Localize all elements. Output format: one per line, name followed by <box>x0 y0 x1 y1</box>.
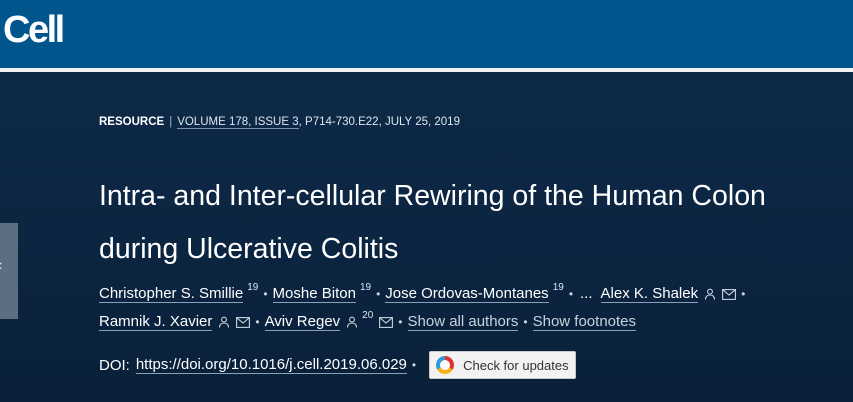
title-line-2: during Ulcerative Colitis <box>99 233 399 265</box>
article-meta: RESOURCE | VOLUME 178, ISSUE 3, P714-730.E… <box>99 116 460 129</box>
author-footnote[interactable]: 20 <box>362 302 373 330</box>
envelope-icon[interactable] <box>722 288 737 300</box>
article-title: Intra- and Inter-cellular Rewiring of th… <box>99 170 853 276</box>
doi-row: DOI: https://doi.org/10.1016/j.cell.2019… <box>99 351 576 379</box>
more-authors-ellipsis: ... <box>580 285 593 302</box>
author-separator: • <box>255 315 260 329</box>
volume-issue-link[interactable]: VOLUME 178, ISSUE 3 <box>177 116 299 129</box>
cell-logo[interactable]: Cell <box>3 9 65 52</box>
check-for-updates-button[interactable]: Check for updates <box>429 351 576 379</box>
crossmark-icon <box>436 356 455 374</box>
author-separator: • <box>741 287 746 301</box>
author-separator: • <box>398 315 403 329</box>
link-separator: • <box>523 315 528 329</box>
author-separator: • <box>376 287 381 301</box>
doi-link[interactable]: https://doi.org/10.1016/j.cell.2019.06.0… <box>135 356 407 374</box>
author-link[interactable]: Christopher S. Smillie <box>99 285 244 303</box>
chevron-left-icon: ‹ <box>0 257 2 275</box>
meta-separator: | <box>169 116 173 128</box>
show-footnotes-link[interactable]: Show footnotes <box>532 313 637 331</box>
side-panel-toggle[interactable]: ‹ <box>0 223 18 319</box>
person-icon[interactable] <box>218 316 230 328</box>
person-icon[interactable] <box>704 288 716 300</box>
author-link[interactable]: Ramnik J. Xavier <box>99 313 213 331</box>
author-link[interactable]: Jose Ordovas-Montanes <box>385 285 549 303</box>
doi-separator: • <box>411 358 417 372</box>
envelope-icon[interactable] <box>379 316 394 328</box>
author-link[interactable]: Moshe Biton <box>272 285 356 303</box>
author-separator: • <box>263 287 268 301</box>
pages-date: P714-730.E22, JULY 25, 2019 <box>305 116 460 128</box>
author-separator: • <box>568 287 574 301</box>
person-icon[interactable] <box>346 316 358 328</box>
author-link[interactable]: Alex K. Shalek <box>600 285 699 303</box>
author-link[interactable]: Aviv Regev <box>264 313 341 331</box>
check-for-updates-label: Check for updates <box>463 357 569 373</box>
author-footnote[interactable]: 19 <box>247 274 258 302</box>
envelope-icon[interactable] <box>236 316 251 328</box>
author-list: Christopher S. Smillie 19 • Moshe Biton … <box>99 280 853 336</box>
author-footnote[interactable]: 19 <box>553 274 564 302</box>
title-line-1: Intra- and Inter-cellular Rewiring of th… <box>99 180 766 212</box>
doi-label: DOI: <box>99 356 130 374</box>
author-footnote[interactable]: 19 <box>360 274 371 302</box>
author-line-1: Christopher S. Smillie 19 • Moshe Biton … <box>99 280 853 308</box>
article-type: RESOURCE <box>99 116 165 128</box>
site-header: Cell <box>0 0 853 68</box>
show-all-authors-link[interactable]: Show all authors <box>407 313 519 331</box>
author-line-2: Ramnik J. Xavier • Aviv Regev 20 • Show … <box>99 308 853 336</box>
